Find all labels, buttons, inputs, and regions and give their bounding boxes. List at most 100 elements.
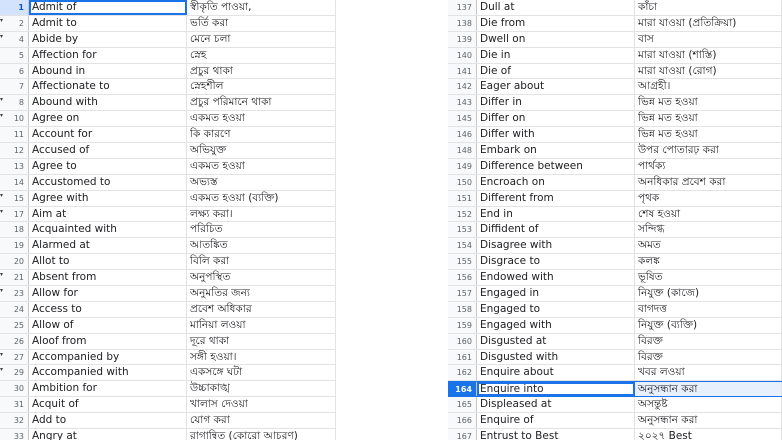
row-number[interactable]: 11 (0, 127, 29, 143)
cell-bengali-meaning[interactable]: বিরক্ত (635, 333, 782, 349)
cell-bengali-meaning[interactable]: ভিন্ন মত হওয়া (635, 95, 782, 111)
row-number[interactable]: 150 (448, 174, 477, 190)
table-row[interactable]: 167 Entrust to Best ২০২৭ Best (448, 429, 782, 440)
cell-bengali-meaning[interactable]: অমত (635, 238, 782, 254)
row-number[interactable]: ▾ 27 (0, 349, 29, 365)
cell-bengali-meaning[interactable]: দূরে থাকা (187, 333, 336, 349)
cell-bengali-meaning[interactable]: অনধিকার প্রবেশ করা (635, 174, 782, 190)
cell-english-phrase[interactable]: Endowed with (477, 270, 635, 286)
cell-english-phrase[interactable]: Abound with (29, 95, 187, 111)
table-row[interactable]: ▾ 2 Admit to ভর্তি করা (0, 15, 336, 32)
row-number[interactable]: 24 (0, 301, 29, 317)
cell-bengali-meaning[interactable]: উচ্চাকাঙ্খ (187, 381, 336, 397)
table-row[interactable]: 165 Displeased at অসন্তুষ্ট (448, 397, 782, 414)
row-number[interactable]: ▾ 10 (0, 111, 29, 127)
table-row[interactable]: 145 Differ on ভিন্ন মত হওয়া (448, 111, 782, 128)
cell-english-phrase[interactable]: Difference between (477, 158, 635, 174)
cell-bengali-meaning[interactable]: অসন্তুষ্ট (635, 397, 782, 413)
cell-english-phrase[interactable]: Allow of (29, 317, 187, 333)
cell-bengali-meaning[interactable]: বাস (635, 31, 782, 47)
table-row[interactable]: ▾ 4 Abide by মেনে চলা (0, 31, 336, 48)
table-row[interactable]: ▾ 8 Abound with প্রচুর পরিমানে থাকা (0, 95, 336, 112)
cell-english-phrase[interactable]: Enquire of (477, 413, 635, 429)
cell-bengali-meaning[interactable]: খবর লওয়া (635, 365, 782, 381)
table-row[interactable]: 19 Alarmed at আতঙ্কিত (0, 238, 336, 255)
cell-english-phrase[interactable]: Differ on (477, 111, 635, 127)
cell-bengali-meaning[interactable]: অভ্যস্ত (187, 174, 336, 190)
table-row[interactable]: 137 Dull at কাঁচা (448, 0, 782, 16)
row-number[interactable]: 143 (448, 95, 477, 111)
row-number[interactable]: 138 (448, 15, 477, 31)
row-number[interactable]: 139 (448, 31, 477, 47)
group-collapse-icon[interactable]: ▾ (0, 97, 3, 103)
group-collapse-icon[interactable]: ▾ (0, 288, 3, 294)
row-number[interactable]: 33 (0, 429, 29, 440)
cell-english-phrase[interactable]: Agree with (29, 190, 187, 206)
cell-bengali-meaning[interactable]: অনুপস্থিত (187, 270, 336, 286)
table-row[interactable]: 166 Enquire of অনুসন্ধান করা (448, 413, 782, 430)
row-number[interactable]: 7 (0, 79, 29, 95)
row-number[interactable]: 14 (0, 174, 29, 190)
table-row[interactable]: 31 Acquit of খালাস দেওয়া (0, 397, 336, 414)
cell-bengali-meaning[interactable]: একমত হওয়া (187, 158, 336, 174)
cell-bengali-meaning[interactable]: আতঙ্কিত (187, 238, 336, 254)
row-number[interactable]: 160 (448, 333, 477, 349)
cell-bengali-meaning[interactable]: বাগদত্ত (635, 301, 782, 317)
cell-english-phrase[interactable]: Die of (477, 63, 635, 79)
cell-bengali-meaning[interactable]: একমত হওয়া (ব্যক্তি) (187, 190, 336, 206)
table-row[interactable]: 141 Die of মারা যাওয়া (রোগ) (448, 63, 782, 80)
cell-english-phrase[interactable]: Disagree with (477, 238, 635, 254)
cell-english-phrase[interactable]: Eager about (477, 79, 635, 95)
table-row[interactable]: 18 Acquainted with পরিচিত (0, 222, 336, 239)
group-collapse-icon[interactable]: ▾ (0, 351, 3, 358)
cell-bengali-meaning[interactable]: খালাস দেওয়া (187, 397, 336, 413)
row-number[interactable]: 20 (0, 254, 29, 270)
cell-english-phrase[interactable]: Diffident of (477, 222, 635, 238)
cell-bengali-meaning[interactable]: প্রচুর পরিমানে থাকা (187, 95, 336, 111)
cell-english-phrase[interactable]: Affection for (29, 47, 187, 63)
table-row[interactable]: 148 Embark on উপর পোতারঢ় করা (448, 143, 782, 159)
row-number[interactable]: 155 (448, 254, 477, 270)
cell-english-phrase[interactable]: Access to (29, 301, 187, 317)
group-collapse-icon[interactable]: ▾ (0, 17, 3, 24)
cell-bengali-meaning[interactable]: সঙ্গী হওয়া। (187, 349, 336, 365)
row-number[interactable]: 5 (0, 47, 29, 63)
row-number[interactable]: 149 (448, 158, 477, 174)
table-row[interactable]: 25 Allow of মানিয়া লওয়া (0, 317, 336, 334)
row-number[interactable]: 1 (0, 0, 29, 15)
table-row[interactable]: 158 Engaged to বাগদত্ত (448, 301, 782, 318)
row-number[interactable]: 13 (0, 158, 29, 174)
table-row[interactable]: 12 Accused of অভিযুক্ত (0, 143, 336, 159)
cell-bengali-meaning[interactable]: মারা যাওয়া (শাস্তি) (635, 47, 782, 63)
cell-english-phrase[interactable]: Enquire about (477, 365, 635, 381)
row-number[interactable]: 167 (448, 429, 477, 440)
table-row[interactable]: 7 Affectionate to স্নেহশীল (0, 79, 336, 96)
cell-english-phrase[interactable]: Engaged to (477, 301, 635, 317)
row-number[interactable]: 141 (448, 63, 477, 79)
group-collapse-icon[interactable]: ▾ (0, 367, 3, 373)
group-collapse-icon[interactable]: ▾ (0, 192, 3, 199)
row-number[interactable]: 161 (448, 349, 477, 365)
cell-bengali-meaning[interactable]: অনুসন্ধান করা (635, 382, 782, 397)
cell-english-phrase[interactable]: Affectionate to (29, 79, 187, 95)
cell-english-phrase[interactable]: Admit to (29, 15, 187, 31)
cell-english-phrase[interactable]: Displeased at (477, 397, 635, 413)
cell-bengali-meaning[interactable]: আগ্রহী। (635, 79, 782, 95)
row-number[interactable]: 26 (0, 333, 29, 349)
row-number[interactable]: 18 (0, 222, 29, 238)
table-row[interactable]: 154 Disagree with অমত (448, 238, 782, 255)
table-row[interactable]: 139 Dwell on বাস (448, 31, 782, 48)
table-row[interactable]: 146 Differ with ভিন্ন মত হওয়া (448, 127, 782, 144)
table-row[interactable]: 24 Access to প্রবেশ অধিকার (0, 301, 336, 318)
cell-english-phrase[interactable]: End in (477, 206, 635, 222)
cell-bengali-meaning[interactable]: কলঙ্ক (635, 254, 782, 270)
row-number[interactable]: 165 (448, 397, 477, 413)
table-row[interactable]: 159 Engaged with নিযুক্ত (ব্যক্তি) (448, 317, 782, 334)
row-number[interactable]: 153 (448, 222, 477, 238)
cell-bengali-meaning[interactable]: ভিন্ন মত হওয়া (635, 111, 782, 127)
cell-english-phrase[interactable]: Aloof from (29, 333, 187, 349)
row-number[interactable]: 12 (0, 143, 29, 158)
table-row[interactable]: 20 Allot to বিলি করা (0, 254, 336, 271)
cell-bengali-meaning[interactable]: প্রবেশ অধিকার (187, 301, 336, 317)
cell-bengali-meaning[interactable]: নিযুক্ত (ব্যক্তি) (635, 317, 782, 333)
